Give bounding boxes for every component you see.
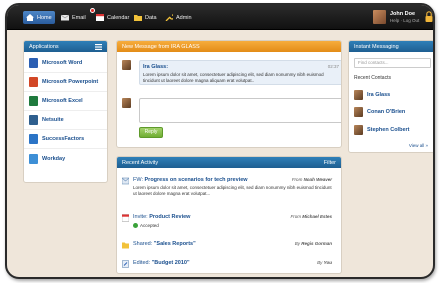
view-all-contacts-link[interactable]: View all » <box>409 143 428 148</box>
applications-title: Applications <box>29 43 59 50</box>
sender-avatar <box>122 60 131 70</box>
contact-name: Stephen Colbert <box>367 127 410 133</box>
app-microsoft-powerpoint[interactable]: Microsoft Powerpoint <box>24 73 107 92</box>
instant-messaging-panel: Instant Messaging Find contacts... Recen… <box>348 40 433 153</box>
word-icon <box>29 58 38 68</box>
contact-name: Conan O'Brien <box>367 109 406 115</box>
contact-item[interactable]: Ira Glass <box>354 90 390 100</box>
recent-activity-header: Recent Activity Filter <box>117 157 341 168</box>
reply-button[interactable]: Reply <box>139 127 163 138</box>
instant-messaging-header: Instant Messaging <box>349 41 433 52</box>
my-avatar-wrap <box>122 98 131 108</box>
lock-icon[interactable] <box>425 11 433 22</box>
edit-document-icon <box>122 260 129 268</box>
activity-author: From Michael Estes <box>290 214 332 219</box>
excel-icon <box>29 96 38 106</box>
shared-folder-icon <box>122 242 129 249</box>
app-label: Microsoft Powerpoint <box>42 79 99 85</box>
nav-calendar-label: Calendar <box>107 14 130 21</box>
contact-name: Ira Glass <box>367 92 391 98</box>
app-label: Microsoft Excel <box>42 98 83 104</box>
app-successfactors[interactable]: SuccessFactors <box>24 130 107 149</box>
activity-title[interactable]: Shared: "Sales Reports" <box>133 241 196 247</box>
app-label: Microsoft Word <box>42 60 83 66</box>
activity-title[interactable]: FW: Progress on scenarios for tech previ… <box>133 177 248 183</box>
user-help-logout-links[interactable]: Help · Log Out <box>390 18 419 23</box>
recent-activity-panel: Recent Activity Filter FW: Progress on s… <box>116 156 342 274</box>
forward-email-icon <box>122 177 129 185</box>
contact-item[interactable]: Stephen Colbert <box>354 125 409 135</box>
home-icon <box>26 14 34 21</box>
applications-panel: Applications Microsoft Word Microsoft Po… <box>23 40 108 183</box>
instant-messaging-title: Instant Messaging <box>354 43 399 50</box>
app-window: Home Email Calendar Data Admin John Doe … <box>5 3 435 279</box>
contact-item[interactable]: Conan O'Brien <box>354 107 405 117</box>
sender-avatar-wrap <box>122 60 131 70</box>
activity-body: Lorem ipsum dolor sit amet, consectetuer… <box>133 185 332 196</box>
activity-title[interactable]: Invite: Product Review <box>133 214 190 220</box>
top-navigation-bar: Home Email Calendar Data Admin John Doe … <box>7 5 433 30</box>
app-label: Netsuite <box>42 117 64 123</box>
user-name[interactable]: John Doe <box>390 11 415 17</box>
activity-author: By Regis Gorman <box>294 241 332 246</box>
contact-avatar <box>354 107 363 117</box>
list-menu-icon[interactable] <box>95 43 102 50</box>
filter-button[interactable]: Filter <box>324 160 336 166</box>
user-avatar[interactable] <box>373 10 386 24</box>
app-workday[interactable]: Workday <box>24 149 107 168</box>
nav-calendar[interactable]: Calendar <box>93 11 132 24</box>
nav-home[interactable]: Home <box>23 11 55 24</box>
message-bubble: Ira Glass: 02:37 Lorem ipsum dolor sit a… <box>139 60 341 85</box>
powerpoint-icon <box>29 77 38 87</box>
new-message-header: New Message from IRA GLASS <box>117 41 341 52</box>
contact-search-input[interactable]: Find contacts... <box>354 58 431 68</box>
app-label: Workday <box>42 155 66 162</box>
app-netsuite[interactable]: Netsuite <box>24 111 107 130</box>
nav-email-label: Email <box>72 14 86 21</box>
applications-header: Applications <box>24 41 107 52</box>
folder-icon <box>134 15 142 21</box>
recent-activity-title: Recent Activity <box>122 159 159 166</box>
netsuite-icon <box>29 115 38 125</box>
message-sender[interactable]: Ira Glass: <box>143 64 340 70</box>
contact-avatar <box>354 125 363 135</box>
nav-email[interactable]: Email <box>58 11 89 24</box>
nav-data-label: Data <box>145 14 157 21</box>
contact-avatar <box>354 90 363 100</box>
recent-contacts-label: Recent Contacts <box>354 75 391 81</box>
message-time: 02:37 <box>327 64 339 69</box>
activity-author: From Noah Weaver <box>291 177 332 182</box>
calendar-invite-icon <box>122 214 129 222</box>
nav-home-label: Home <box>37 14 52 21</box>
new-message-panel: New Message from IRA GLASS Ira Glass: 02… <box>116 40 342 148</box>
activity-title[interactable]: Edited: "Budget 2010" <box>133 260 190 266</box>
workday-icon <box>29 153 38 164</box>
email-icon <box>61 14 69 21</box>
nav-admin[interactable]: Admin <box>162 11 195 24</box>
my-avatar <box>122 98 131 108</box>
wrench-icon <box>165 14 173 21</box>
nav-admin-label: Admin <box>176 14 192 21</box>
app-microsoft-excel[interactable]: Microsoft Excel <box>24 92 107 111</box>
reply-input[interactable] <box>139 98 341 123</box>
invite-status: Accepted <box>133 223 159 228</box>
new-message-title: New Message from IRA GLASS <box>122 43 200 50</box>
check-icon <box>133 223 138 228</box>
app-microsoft-word[interactable]: Microsoft Word <box>24 54 107 73</box>
calendar-icon <box>96 14 104 21</box>
message-text: Lorem ipsum dolor sit amet, consectetuer… <box>143 72 324 83</box>
successfactors-icon <box>29 134 38 144</box>
app-label: SuccessFactors <box>42 136 85 142</box>
activity-author: By You <box>317 260 332 265</box>
nav-data[interactable]: Data <box>131 11 160 24</box>
